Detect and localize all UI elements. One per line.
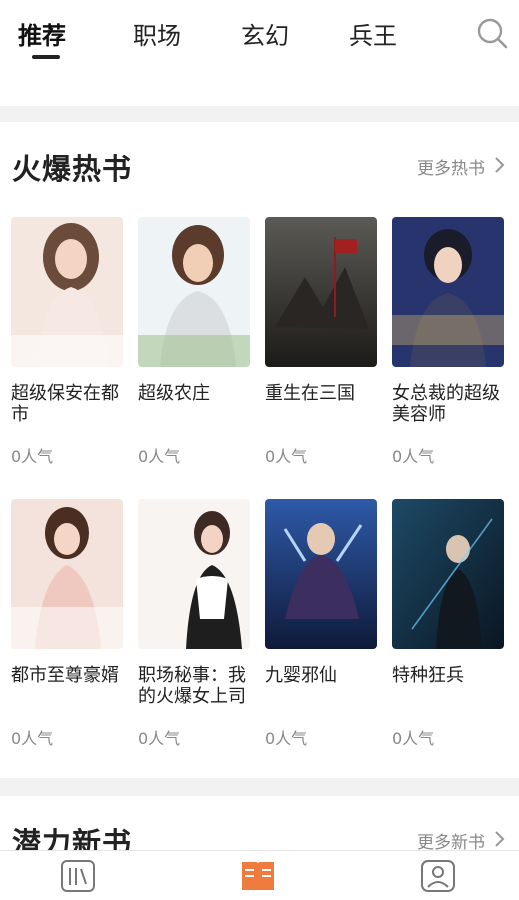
- book-title: 重生在三国: [265, 383, 355, 404]
- book-card[interactable]: 特种狂兵 0人气: [392, 499, 504, 749]
- nav-bookshelf[interactable]: [18, 851, 138, 900]
- section-title: 火爆热书: [12, 152, 133, 186]
- book-card[interactable]: 九婴邪仙 0人气: [265, 499, 377, 749]
- previous-section-fragment: [0, 66, 519, 106]
- book-open-icon: [242, 862, 274, 890]
- book-popularity: 0人气: [392, 729, 435, 748]
- book-cover[interactable]: [265, 217, 377, 367]
- book-card[interactable]: 都市至尊豪婿 0人气: [11, 499, 123, 749]
- book-cover[interactable]: [11, 499, 123, 649]
- book-popularity: 0人气: [138, 447, 181, 466]
- book-card[interactable]: 重生在三国 0人气: [265, 217, 377, 467]
- book-title: 九婴邪仙: [265, 665, 337, 686]
- book-card[interactable]: 超级农庄 0人气: [138, 217, 250, 467]
- app-screen: 推荐 职场 玄幻 兵王 火爆热书 更多热书 超级保安在都市 0人气 超级农庄 0…: [0, 0, 519, 900]
- nav-profile[interactable]: [378, 851, 498, 900]
- book-card[interactable]: 职场秘事：我的火爆女上司 0人气: [138, 499, 250, 749]
- more-hot-books-link[interactable]: 更多热书: [417, 154, 485, 179]
- book-popularity: 0人气: [392, 447, 435, 466]
- book-cover[interactable]: [392, 217, 504, 367]
- book-cover[interactable]: [11, 217, 123, 367]
- nav-bookstore[interactable]: [198, 851, 318, 900]
- book-card[interactable]: 超级保安在都市 0人气: [11, 217, 123, 467]
- book-cover[interactable]: [265, 499, 377, 649]
- tab-soldier[interactable]: 兵王: [349, 16, 397, 51]
- book-title: 女总裁的超级美容师: [392, 383, 500, 425]
- book-title: 都市至尊豪婿: [11, 665, 119, 686]
- book-title: 超级保安在都市: [11, 383, 119, 425]
- bottom-navigation: [0, 850, 519, 900]
- book-cover[interactable]: [138, 499, 250, 649]
- book-popularity: 0人气: [11, 447, 54, 466]
- book-cover[interactable]: [138, 217, 250, 367]
- top-tab-bar: 推荐 职场 玄幻 兵王: [0, 0, 519, 66]
- book-title: 职场秘事：我的火爆女上司: [138, 665, 246, 707]
- book-title: 特种狂兵: [392, 665, 464, 686]
- book-popularity: 0人气: [138, 729, 181, 748]
- tab-indicator: [32, 55, 60, 59]
- search-button[interactable]: [475, 16, 509, 50]
- book-popularity: 0人气: [11, 729, 54, 748]
- book-cover[interactable]: [392, 499, 504, 649]
- user-icon: [421, 860, 455, 892]
- book-popularity: 0人气: [265, 729, 308, 748]
- chevron-right-icon[interactable]: [493, 830, 505, 848]
- tab-workplace[interactable]: 职场: [133, 16, 181, 51]
- tab-fantasy[interactable]: 玄幻: [241, 16, 289, 51]
- bookshelf-icon: [61, 860, 95, 892]
- book-title: 超级农庄: [138, 383, 210, 404]
- search-icon: [477, 18, 508, 49]
- hot-books-section: 火爆热书 更多热书 超级保安在都市 0人气 超级农庄 0人气 重生在三国 0人气…: [0, 122, 519, 778]
- book-card[interactable]: 女总裁的超级美容师 0人气: [392, 217, 504, 467]
- book-popularity: 0人气: [265, 447, 308, 466]
- chevron-right-icon[interactable]: [493, 156, 505, 174]
- tab-recommend[interactable]: 推荐: [18, 16, 66, 51]
